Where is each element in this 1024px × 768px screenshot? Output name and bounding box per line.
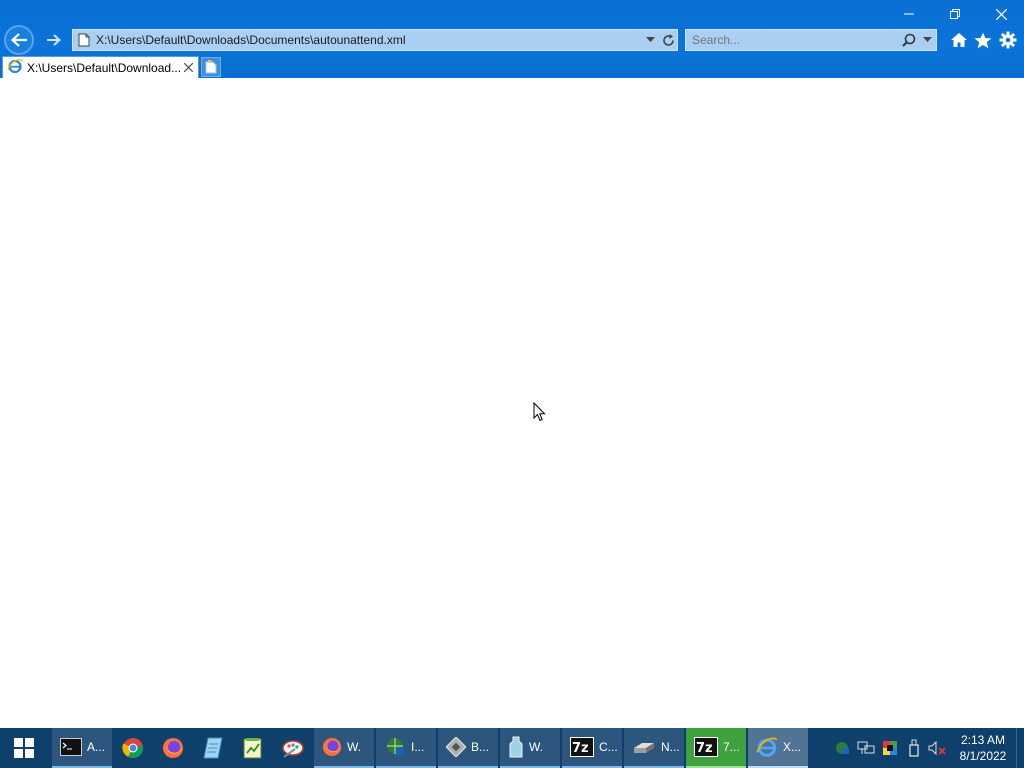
clock-time: 2:13 AM [960,733,1006,747]
drive-icon [634,743,654,753]
clock[interactable]: 2:13 AM 8/1/2022 [950,728,1016,768]
back-arrow-icon [10,33,27,47]
chevron-down-icon [645,37,655,42]
start-button[interactable] [0,728,48,768]
home-button[interactable] [948,29,970,51]
taskbar-item-label: I... [411,740,425,754]
taskbar-item-paint[interactable] [274,728,312,768]
taskbar-item-network-app[interactable]: I... [376,728,436,768]
windows-icon [14,738,34,758]
page-content[interactable] [0,78,1024,728]
taskbar-item-7zip-active[interactable]: 7z 7... [686,728,746,768]
terminal-icon [60,738,82,756]
minimize-button[interactable] [886,0,932,28]
taskbar-item-label: N... [661,740,680,754]
taskbar-item-label: A... [87,740,106,754]
favorites-button[interactable] [972,29,994,51]
ie-icon [7,58,23,77]
gear-icon [999,31,1017,49]
window-controls [886,0,1024,28]
minimize-icon [904,13,914,15]
network-tray-icon[interactable] [830,728,854,768]
taskbar-item-spreadsheet[interactable] [234,728,272,768]
taskbar-item-label: X... [783,740,802,754]
forward-button[interactable] [40,26,68,54]
chevron-down-icon [922,37,932,42]
firefox-icon [322,737,342,757]
star-icon [974,32,992,48]
display-tray-icon[interactable] [854,728,878,768]
search-box[interactable] [685,29,937,51]
search-input[interactable] [686,33,900,47]
restore-icon [950,9,960,19]
firefox-icon [163,738,183,758]
chrome-icon [122,738,144,759]
close-icon [183,63,193,72]
mouse-cursor-icon [533,402,546,422]
taskbar: A... W. I... B... W. 7z C... N... 7z 7.. [0,728,1024,768]
volume-muted-icon[interactable] [926,728,950,768]
network-icon [387,738,404,755]
taskbar-item-tool-app[interactable]: B... [438,728,498,768]
page-icon [73,30,95,50]
forward-arrow-icon [47,34,61,46]
taskbar-item-ie[interactable]: X... [748,728,808,768]
show-desktop-button[interactable] [1016,728,1024,768]
tab-close-button[interactable] [180,60,196,76]
back-button[interactable] [4,25,34,55]
search-icon [902,33,916,47]
home-icon [951,33,967,47]
browser-chrome: X:\Users\Default\Downloads\Documents\aut… [0,0,1024,78]
bottle-icon [509,736,523,758]
tab-label: X:\Users\Default\Download... [27,60,180,75]
7zip-icon: 7z [570,737,594,757]
refresh-icon [662,33,674,46]
tab-autounattend[interactable]: X:\Users\Default\Download... [2,56,199,78]
notepad-icon [203,737,223,759]
restore-button[interactable] [932,0,978,28]
color-tray-icon[interactable] [878,728,902,768]
clock-date: 8/1/2022 [959,749,1007,763]
taskbar-item-label: W. [529,740,543,754]
svg-text:7z: 7z [696,741,713,756]
taskbar-item-drive-app[interactable]: N... [624,728,684,768]
address-url[interactable]: X:\Users\Default\Downloads\Documents\aut… [95,33,641,47]
settings-button[interactable] [997,29,1019,51]
taskbar-item-firefox-window[interactable]: W. [314,728,374,768]
taskbar-item-chrome[interactable] [114,728,152,768]
usb-tray-icon[interactable] [902,728,926,768]
paint-icon [282,740,304,758]
taskbar-item-label: 7... [723,740,740,754]
svg-text:7z: 7z [572,741,589,756]
address-bar[interactable]: X:\Users\Default\Downloads\Documents\aut… [72,29,678,51]
new-tab-icon [205,60,217,74]
taskbar-item-label: C... [599,740,618,754]
taskbar-item-label: W. [347,740,361,754]
taskbar-item-notepad[interactable] [194,728,232,768]
close-button[interactable] [978,0,1024,28]
taskbar-item-firefox[interactable] [154,728,192,768]
tool-icon [446,737,466,757]
address-dropdown-button[interactable] [641,30,659,50]
taskbar-item-label: B... [471,740,490,754]
taskbar-item-terminal[interactable]: A... [52,728,112,768]
new-tab-button[interactable] [201,57,221,77]
system-tray: 2:13 AM 8/1/2022 [830,728,1024,768]
taskbar-item-7zip-c[interactable]: 7z C... [562,728,622,768]
taskbar-item-bottle-app[interactable]: W. [500,728,560,768]
close-icon [995,8,1007,20]
search-dropdown-button[interactable] [918,30,936,50]
search-button[interactable] [900,30,918,50]
refresh-button[interactable] [659,30,677,50]
7zip-icon: 7z [694,737,718,757]
spreadsheet-icon [243,738,262,759]
ie-icon [756,737,778,757]
